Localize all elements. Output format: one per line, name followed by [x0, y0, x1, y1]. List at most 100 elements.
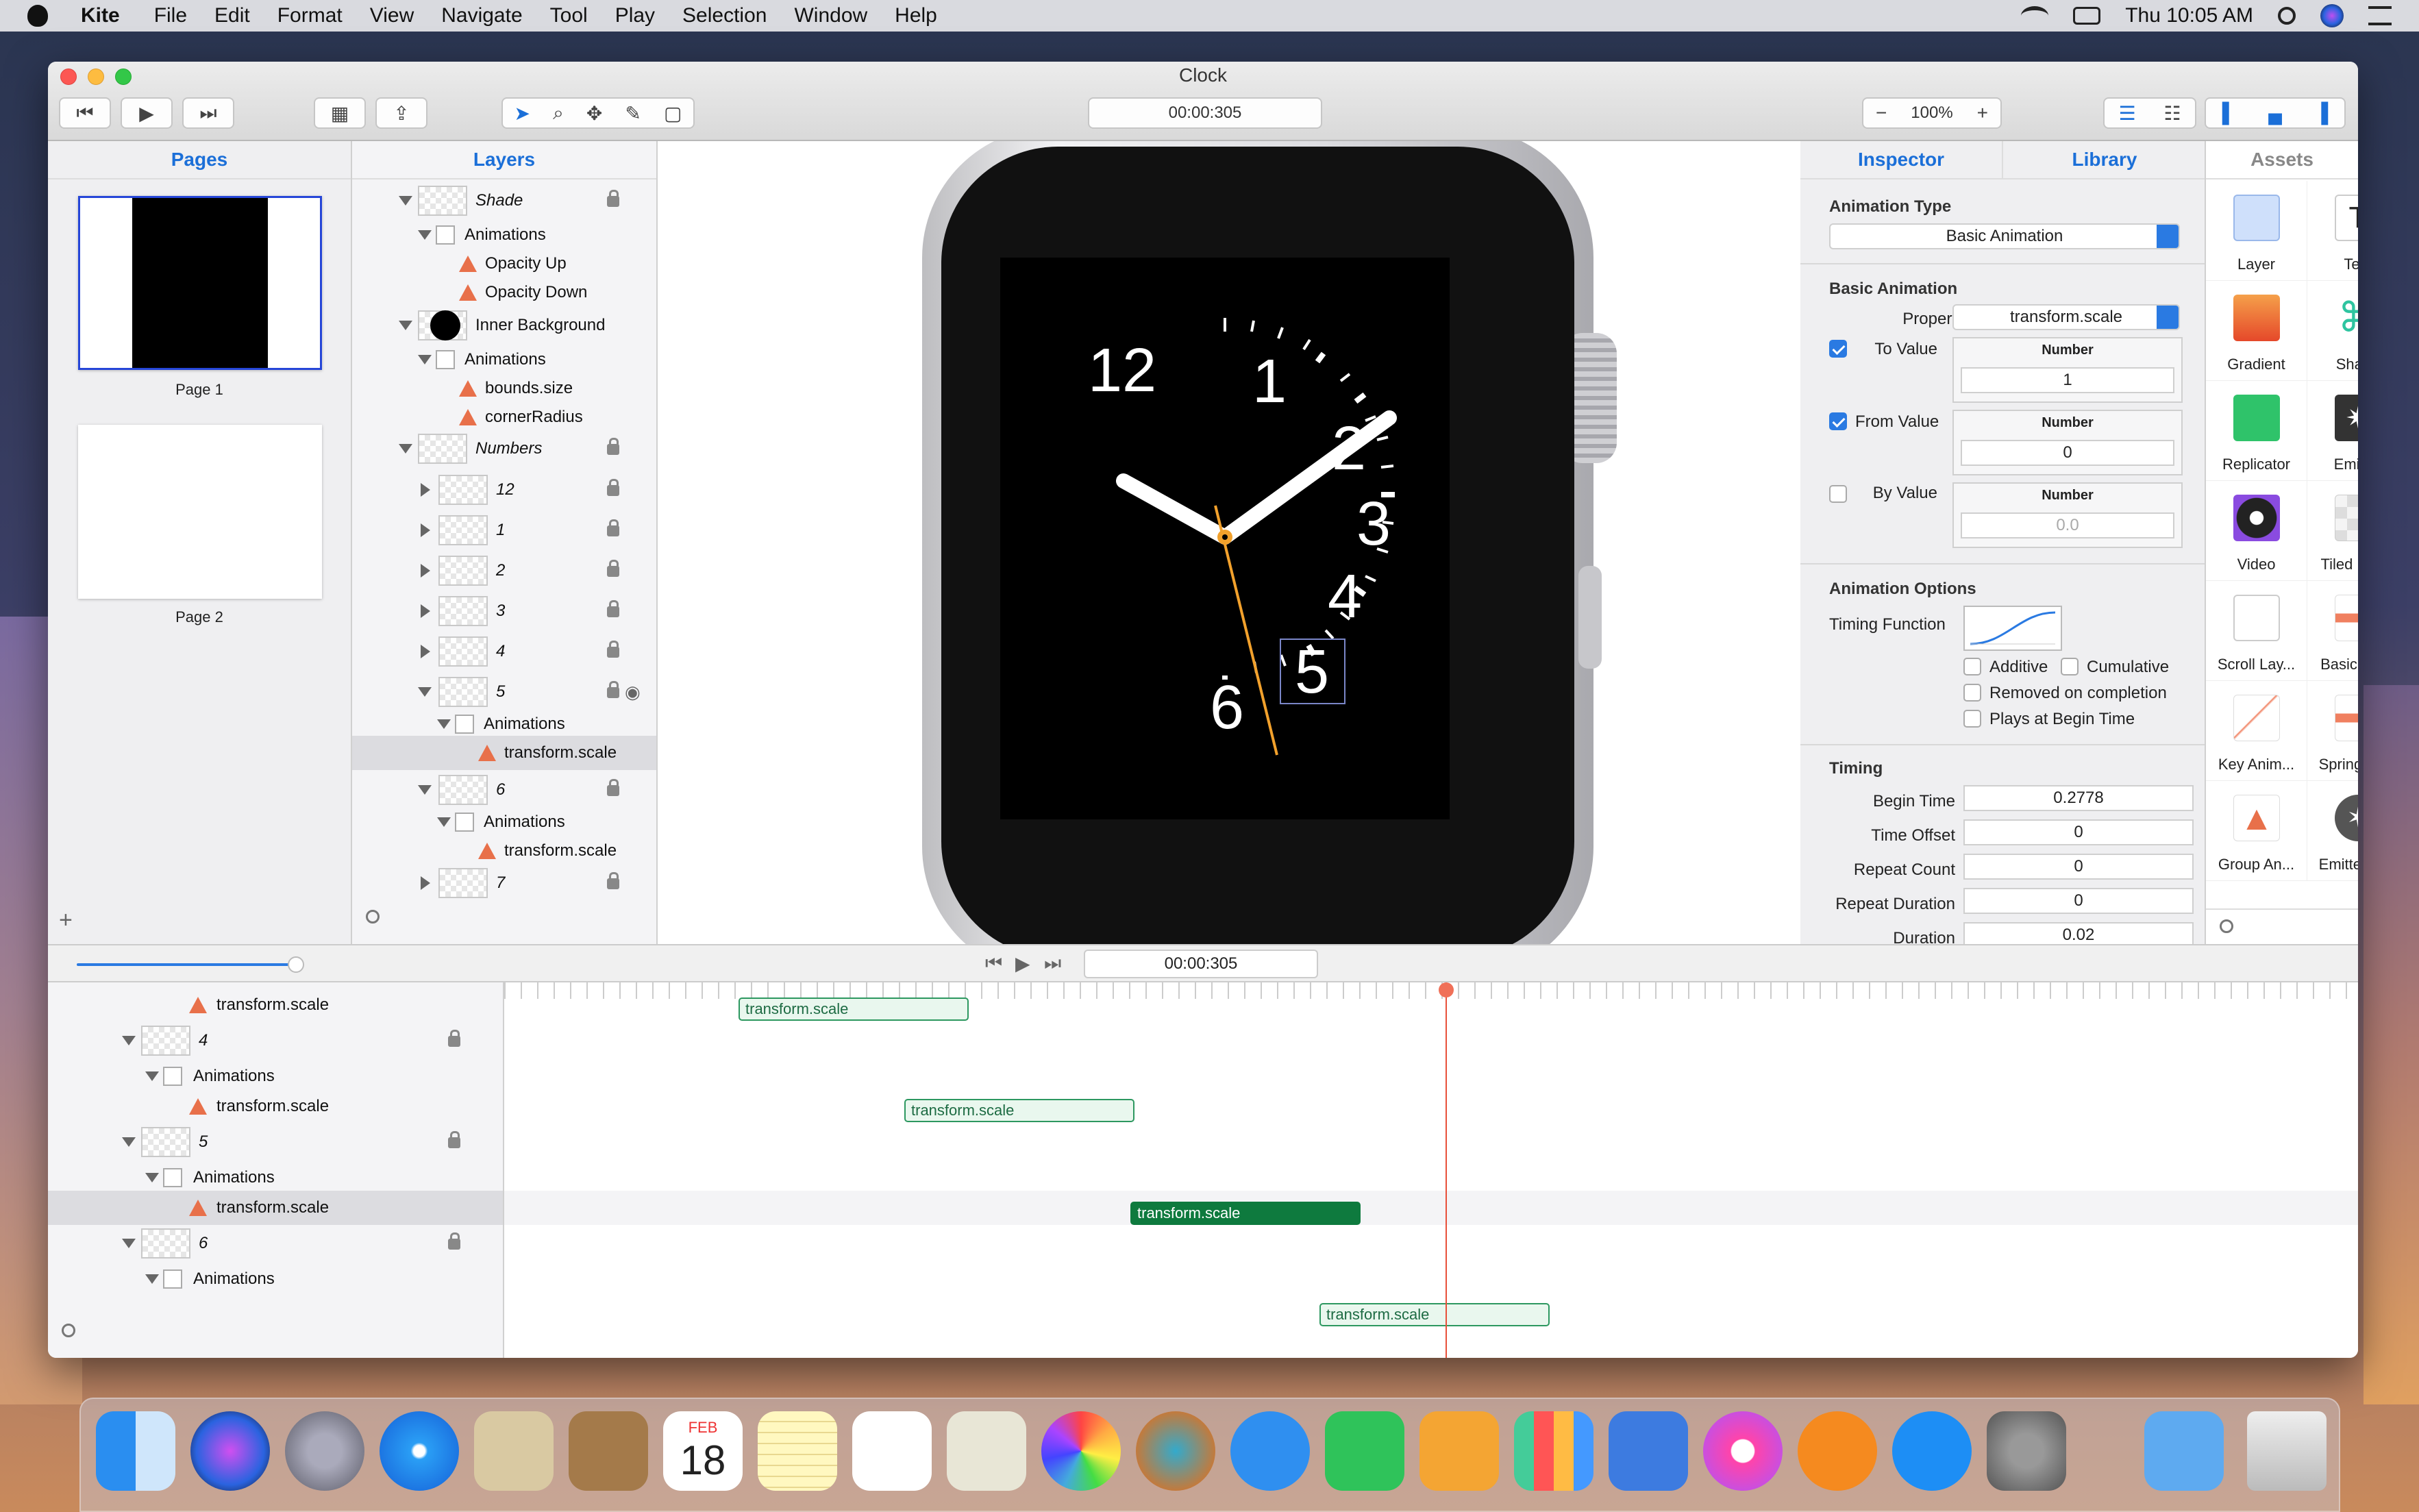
clip-transform-scale-6[interactable]: transform.scale [1319, 1303, 1550, 1326]
notes-icon[interactable] [758, 1411, 837, 1491]
timeline-search-icon[interactable] [62, 1324, 75, 1337]
page-2-thumbnail[interactable] [78, 425, 322, 599]
timeline-zoom-slider[interactable] [77, 963, 296, 966]
facetime-icon[interactable] [1325, 1411, 1404, 1491]
timeline-row-transform-scale[interactable]: transform.scale [48, 1089, 503, 1124]
playhead-handle[interactable] [1439, 982, 1454, 997]
numbers-icon[interactable] [1514, 1411, 1593, 1491]
timeline-rewind-icon[interactable]: ⏮ [985, 952, 1002, 975]
layer-row-7[interactable]: 7 [352, 866, 656, 900]
from-value-checkbox[interactable] [1829, 412, 1847, 430]
menu-app-name[interactable]: Kite [81, 4, 120, 27]
layer-row-1[interactable]: 1 [352, 513, 656, 547]
menu-help[interactable]: Help [895, 4, 937, 27]
from-value-type[interactable]: Number [1954, 415, 2181, 431]
timeline-row-transform-scale-selected[interactable]: transform.scale [48, 1191, 503, 1225]
zoom-in-button[interactable]: + [1977, 102, 1988, 124]
asset-keyframe-animation[interactable]: Key Anim... [2206, 681, 2307, 781]
messages-icon[interactable] [1230, 1411, 1310, 1491]
clip-transform-scale-4[interactable]: transform.scale [739, 997, 969, 1021]
left-panel-icon[interactable]: ▌ [2222, 102, 2236, 124]
photos-icon[interactable] [1041, 1411, 1121, 1491]
layer-row-transform-scale-selected[interactable]: transform.scale [352, 736, 656, 770]
menu-selection[interactable]: Selection [682, 4, 767, 27]
layer-row-3[interactable]: 3 [352, 594, 656, 628]
right-panel-icon[interactable]: ▐ [2314, 102, 2328, 124]
safari-icon[interactable] [380, 1411, 459, 1491]
system-preferences-icon[interactable] [1987, 1411, 2066, 1491]
spotlight-search-icon[interactable] [2278, 7, 2296, 25]
siri-icon[interactable] [2320, 4, 2344, 27]
timeline-row-transform-scale[interactable]: transform.scale [48, 988, 503, 1022]
timing-curve-button[interactable] [1963, 606, 2062, 651]
lock-icon[interactable] [607, 190, 619, 207]
duration-input[interactable]: 0.02 [1963, 922, 2194, 944]
clip-transform-scale-selected[interactable]: transform.scale [1130, 1202, 1361, 1225]
layer-row-inner-background[interactable]: Inner Background [352, 308, 656, 343]
menu-navigate[interactable]: Navigate [441, 4, 522, 27]
zoom-out-button[interactable]: − [1876, 102, 1887, 124]
battery-icon[interactable] [2073, 7, 2101, 25]
layer-row-12[interactable]: 12 [352, 473, 656, 507]
menu-file[interactable]: File [154, 4, 187, 27]
finder-icon[interactable] [96, 1411, 175, 1491]
kite-icon[interactable] [1136, 1411, 1215, 1491]
itunes-icon[interactable] [1703, 1411, 1783, 1491]
watch-screen[interactable]: 12 1 2 3 4 5 6 [1000, 258, 1450, 819]
playhead-line[interactable] [1446, 982, 1447, 1358]
timeline-row-animations[interactable]: Animations [48, 1262, 503, 1296]
timeline-play-icon[interactable]: ▶ [1015, 952, 1030, 975]
asset-text[interactable]: TText [2307, 181, 2358, 281]
asset-spring-animation[interactable]: Spring An... [2307, 681, 2358, 781]
layers-title[interactable]: Layers [352, 141, 656, 179]
menubar-clock[interactable]: Thu 10:05 AM [2125, 4, 2253, 27]
calendar-icon[interactable]: FEB 18 [663, 1411, 743, 1491]
begin-time-input[interactable]: 0.2778 [1963, 785, 2194, 811]
lock-icon[interactable] [607, 641, 619, 658]
visibility-eye-icon[interactable]: ◉ [625, 682, 641, 703]
reminders-icon[interactable] [852, 1411, 932, 1491]
timeline-row-animations[interactable]: Animations [48, 1059, 503, 1093]
lock-icon[interactable] [448, 1030, 460, 1047]
rewind-button[interactable]: ⏮ [59, 97, 111, 129]
move-tool-icon[interactable]: ✥ [586, 102, 602, 125]
layer-row-shade[interactable]: Shade [352, 184, 656, 218]
contacts-icon[interactable] [569, 1411, 648, 1491]
lock-icon[interactable] [607, 479, 619, 496]
menu-window[interactable]: Window [794, 4, 867, 27]
lock-icon[interactable] [607, 872, 619, 889]
slider-knob[interactable] [288, 956, 304, 973]
launchpad-icon[interactable] [285, 1411, 364, 1491]
tab-library[interactable]: Library [2003, 141, 2205, 179]
asset-replicator[interactable]: Replicator [2206, 381, 2307, 481]
clip-transform-scale-5[interactable]: transform.scale [904, 1099, 1134, 1122]
app-store-icon[interactable] [1892, 1411, 1972, 1491]
repeat-count-input[interactable]: 0 [1963, 854, 2194, 880]
lock-icon[interactable] [607, 600, 619, 617]
asset-group-animation[interactable]: ▲ Group An... [2206, 781, 2307, 881]
removed-on-completion-checkbox[interactable] [1963, 684, 1981, 702]
lock-icon[interactable] [448, 1131, 460, 1148]
menu-edit[interactable]: Edit [214, 4, 250, 27]
lock-icon[interactable] [607, 519, 619, 536]
present-button[interactable]: ▦ [314, 97, 366, 129]
from-value-input[interactable]: 0 [1961, 440, 2174, 466]
assets-search-field[interactable] [2206, 908, 2358, 944]
additive-checkbox[interactable] [1963, 658, 1981, 676]
menu-tool[interactable]: Tool [550, 4, 588, 27]
lock-icon[interactable] [607, 438, 619, 455]
mail-icon[interactable] [474, 1411, 554, 1491]
bottom-panel-icon[interactable]: ▄ [2268, 102, 2282, 124]
add-page-button[interactable]: + [59, 907, 73, 934]
timeline-forward-icon[interactable]: ⏭ [1044, 952, 1061, 975]
layer-row-opacity-down[interactable]: Opacity Down [352, 275, 656, 310]
timeline-track-area[interactable]: transform.scale transform.scale transfor… [504, 982, 2358, 1358]
timeline-row-animations[interactable]: Animations [48, 1161, 503, 1195]
maps-icon[interactable] [947, 1411, 1026, 1491]
pages-title[interactable]: Pages [48, 141, 351, 179]
asset-shape[interactable]: ⌘Shape [2307, 281, 2358, 381]
menu-view[interactable]: View [370, 4, 414, 27]
play-button[interactable]: ▶ [121, 97, 173, 129]
animation-type-select[interactable]: Basic Animation [1829, 223, 2180, 249]
asset-basic-animation[interactable]: Basic Ani... [2307, 581, 2358, 681]
